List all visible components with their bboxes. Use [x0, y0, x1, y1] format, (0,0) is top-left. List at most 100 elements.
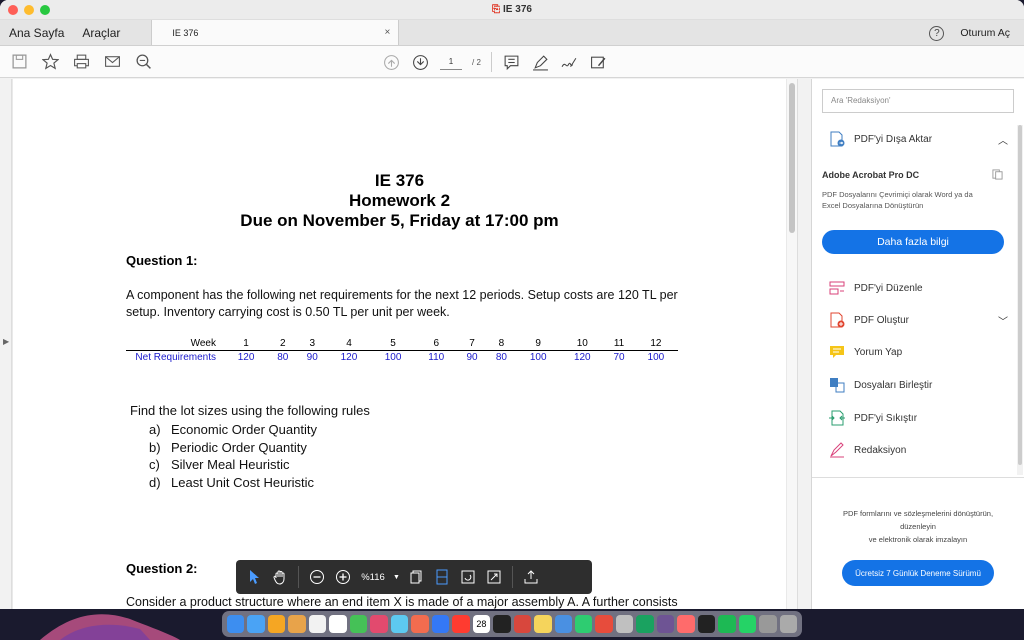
free-trial-button[interactable]: Ücretsiz 7 Günlük Deneme Sürümü	[842, 560, 994, 586]
dock-app-icon[interactable]	[656, 615, 675, 633]
dock-app-icon[interactable]	[349, 615, 368, 633]
comment-tool-icon	[830, 346, 844, 358]
fill-sign-icon[interactable]	[589, 53, 608, 72]
dock-app-icon[interactable]	[534, 615, 552, 633]
side-panel-scrollbar[interactable]	[1017, 125, 1023, 475]
zoom-in-circle-icon[interactable]	[333, 567, 353, 587]
export-pdf-item[interactable]: PDF'yi Dışa Aktar ︿	[828, 128, 1014, 150]
dock-app-icon[interactable]	[308, 615, 327, 633]
print-icon[interactable]	[72, 52, 91, 71]
dock-app-icon[interactable]	[247, 615, 265, 633]
left-panel-toggle[interactable]: ▶	[0, 79, 12, 609]
star-icon[interactable]	[41, 52, 60, 71]
highlight-pen-icon[interactable]	[531, 53, 550, 72]
zoom-out-circle-icon[interactable]	[307, 567, 327, 587]
dock-app-icon[interactable]	[759, 615, 777, 633]
tab-bar: Ana Sayfa Araçlar IE 376 × ? Oturum Aç	[0, 20, 1024, 46]
combine-files-item[interactable]: Dosyaları Birleştir	[828, 374, 1014, 396]
mail-icon[interactable]	[103, 52, 122, 71]
edit-pdf-label: PDF'yi Düzenle	[854, 282, 923, 294]
page-copy-icon[interactable]	[406, 567, 426, 587]
rotate-icon[interactable]	[458, 567, 478, 587]
tab-tools[interactable]: Araçlar	[73, 20, 129, 45]
close-tab-icon[interactable]: ×	[385, 27, 391, 38]
hand-tool-icon[interactable]	[270, 567, 290, 587]
expand-left-icon[interactable]: ▶	[3, 337, 9, 346]
comment-icon[interactable]	[502, 53, 521, 72]
zoom-level[interactable]: %116	[359, 572, 387, 583]
dock-app-icon[interactable]	[267, 615, 286, 633]
close-window-button[interactable]	[8, 5, 18, 15]
doc-due-date: Due on November 5, Friday at 17:00 pm	[240, 211, 559, 230]
dock-app-icon[interactable]	[697, 615, 716, 633]
dock-app-icon[interactable]	[513, 615, 532, 633]
document-viewer[interactable]: ▶ IE 376 Homework 2 Due on November 5, F…	[0, 79, 800, 609]
tab-document[interactable]: IE 376 ×	[151, 20, 400, 45]
dock-app-icon[interactable]	[636, 615, 654, 633]
zoom-window-button[interactable]	[40, 5, 50, 15]
rule-text: Silver Meal Heuristic	[171, 457, 290, 472]
redact-label: Redaksiyon	[854, 444, 907, 456]
save-icon[interactable]	[10, 52, 29, 71]
main-content: ▶ IE 376 Homework 2 Due on November 5, F…	[0, 79, 1024, 609]
side-divider	[812, 477, 1024, 478]
footer-line-3: ve elektronik olarak imzalayın	[868, 535, 968, 544]
dock-app-icon[interactable]	[227, 615, 245, 633]
dock-app-icon[interactable]	[718, 615, 736, 633]
select-cursor-icon[interactable]	[244, 567, 264, 587]
share-upload-icon[interactable]	[521, 567, 541, 587]
dock-app-icon[interactable]	[411, 615, 429, 633]
create-pdf-icon	[830, 312, 845, 328]
export-pdf-label: PDF'yi Dışa Aktar	[854, 133, 933, 145]
side-scrollbar-thumb[interactable]	[1018, 125, 1022, 465]
dock-app-icon[interactable]	[779, 615, 798, 633]
scrollbar-thumb[interactable]	[789, 83, 795, 233]
chevron-down-icon[interactable]: ﹀	[998, 313, 1008, 328]
help-icon[interactable]: ?	[929, 25, 945, 41]
dock-app-icon[interactable]	[738, 615, 757, 633]
minimize-window-button[interactable]	[24, 5, 34, 15]
dock-app-icon[interactable]	[288, 615, 306, 633]
dock-app-icon[interactable]	[554, 615, 572, 633]
create-pdf-label: PDF Oluştur	[854, 314, 910, 326]
dock-app-icon[interactable]	[431, 615, 450, 633]
page-number-input[interactable]: 1	[440, 54, 462, 70]
create-pdf-item[interactable]: PDF Oluştur ﹀	[828, 309, 1014, 331]
document-scrollbar[interactable]	[787, 79, 797, 609]
redact-item[interactable]: Redaksiyon	[828, 439, 1014, 461]
dock-app-icon[interactable]	[574, 615, 593, 633]
signin-link[interactable]: Oturum Aç	[960, 27, 1010, 39]
calendar-dock-icon[interactable]: 28	[472, 615, 491, 633]
dock-app-icon[interactable]	[595, 615, 613, 633]
learn-more-button[interactable]: Daha fazla bilgi	[822, 230, 1004, 254]
dock-app-icon[interactable]	[615, 615, 634, 633]
previous-page-icon[interactable]	[382, 53, 401, 72]
dock-app-icon[interactable]	[390, 615, 409, 633]
comment-item[interactable]: Yorum Yap	[828, 341, 1014, 363]
week-cell: 4	[326, 337, 372, 351]
dock-app-icon[interactable]	[370, 615, 388, 633]
dock-app-icon[interactable]	[677, 615, 695, 633]
fit-page-icon[interactable]	[484, 567, 504, 587]
tab-home[interactable]: Ana Sayfa	[0, 20, 73, 45]
dock-app-icon[interactable]	[452, 615, 470, 633]
chevron-up-icon[interactable]: ︿	[998, 132, 1008, 147]
rules-list: a) Economic Order Quantity b) Periodic Orde…	[149, 421, 317, 491]
requirement-cell: 100	[647, 352, 665, 363]
requirements-row: Net Requirements 120 80 90 120 100 110 90 80 100…	[126, 351, 678, 365]
footer-line-1: PDF formlarını ve sözleşmelerini dönüştü…	[842, 509, 994, 518]
rule-letter: b)	[149, 439, 161, 455]
scroll-mode-icon[interactable]	[432, 567, 452, 587]
edit-pdf-item[interactable]: PDF'yi Düzenle	[828, 277, 1014, 299]
dock-app-icon[interactable]	[493, 615, 511, 633]
zoom-out-icon[interactable]	[134, 52, 153, 71]
week-label: Week	[126, 337, 224, 351]
zoom-dropdown-icon[interactable]: ▼	[393, 574, 400, 581]
next-page-icon[interactable]	[411, 53, 430, 72]
dock-app-icon[interactable]	[329, 615, 347, 633]
compress-pdf-item[interactable]: PDF'yi Sıkıştır	[828, 407, 1014, 429]
tool-search-input[interactable]: Ara 'Redaksiyon'	[822, 89, 1014, 113]
requirement-cell: 110	[428, 352, 445, 363]
right-panel-toggle[interactable]: ▶	[797, 79, 800, 609]
sign-icon[interactable]	[560, 53, 579, 72]
